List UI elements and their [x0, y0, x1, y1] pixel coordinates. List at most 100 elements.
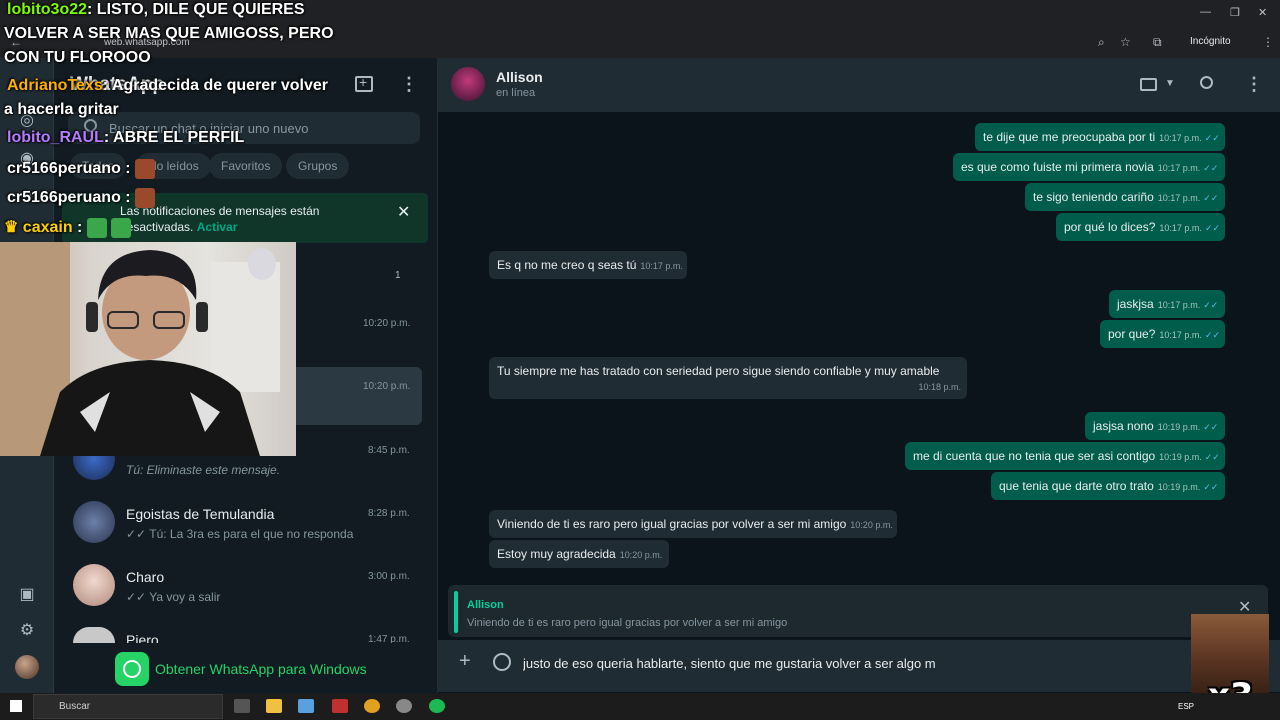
chat-time: 8:28 p.m. [368, 508, 410, 519]
read-check-icon: ✓✓ [126, 590, 150, 604]
emote-icon [135, 188, 156, 208]
get-windows-app-link[interactable]: Obtener WhatsApp para Windows [155, 661, 367, 677]
chat-time: 8:45 p.m. [368, 445, 410, 456]
webcam-overlay [0, 242, 296, 456]
read-check-icon: ✓✓ [1203, 163, 1219, 173]
message-out[interactable]: que tenia que darte otro trato 10:19 p.m.… [991, 472, 1225, 500]
read-check-icon: ✓✓ [1204, 330, 1220, 340]
close-icon[interactable]: ✕ [397, 202, 410, 222]
windows-start-icon[interactable] [10, 700, 22, 712]
reply-quoted-text: Viniendo de ti es raro pero igual gracia… [467, 617, 788, 629]
message-out[interactable]: es que como fuiste mi primera novia 10:17… [953, 153, 1225, 181]
chat-time: 10:20 p.m. [363, 318, 411, 329]
message-in[interactable]: Viniendo de ti es raro pero igual gracia… [489, 510, 897, 538]
new-chat-icon[interactable] [355, 74, 373, 92]
stream-chat-line: CON TU FLOROOO [4, 49, 151, 66]
unread-count: 1 [395, 270, 401, 281]
message-in[interactable]: Estoy muy agradecida 10:20 p.m. [489, 540, 669, 568]
contact-status: en línea [496, 87, 536, 99]
browser-menu-icon[interactable]: ⋮ [1262, 35, 1274, 49]
minimize-icon[interactable]: — [1200, 6, 1211, 18]
attach-plus-icon[interactable]: + [459, 650, 471, 673]
crown-badge-icon: ♛ [4, 219, 23, 236]
obs-icon[interactable] [396, 699, 412, 713]
emote-icon [135, 159, 156, 179]
read-check-icon: ✓✓ [1203, 300, 1219, 310]
settings-gear-icon[interactable]: ⚙ [16, 620, 38, 642]
stream-chat-line: cr5166peruano : [7, 188, 156, 208]
message-out[interactable]: te sigo teniendo cariño 10:17 p.m. ✓✓ [1025, 183, 1225, 211]
chat-name[interactable]: Piero [126, 632, 159, 643]
filter-favorites[interactable]: Favoritos [209, 153, 283, 179]
read-check-icon: ✓✓ [1203, 422, 1219, 432]
search-icon[interactable] [1200, 76, 1213, 89]
message-in[interactable]: Es q no me creo q seas tú 10:17 p.m. [489, 251, 687, 279]
message-input[interactable] [523, 654, 1163, 672]
reply-accent-bar [454, 591, 458, 633]
chrome-icon[interactable] [364, 699, 380, 713]
emoji-icon[interactable] [493, 653, 511, 671]
read-check-icon: ✓✓ [1204, 223, 1221, 233]
message-out[interactable]: jaskjsa 10:17 p.m. ✓✓ [1109, 290, 1225, 318]
stream-chat-line: ♛ caxain : [4, 217, 132, 238]
incognito-badge[interactable]: Incógnito [1190, 36, 1231, 47]
reply-author: Allison [467, 599, 504, 611]
chat-preview: ✓✓ Ya voy a salir [126, 590, 221, 604]
chat-name[interactable]: Charo [126, 569, 164, 585]
bookmark-star-icon[interactable]: ☆ [1120, 35, 1131, 49]
video-call-icon[interactable] [1140, 78, 1157, 91]
activate-notifications-link[interactable]: Activar [197, 220, 238, 234]
chat-time: 1:47 p.m. [368, 634, 410, 643]
restore-icon[interactable]: ❐ [1230, 6, 1240, 19]
chat-time: 3:00 p.m. [368, 571, 410, 582]
read-check-icon: ✓✓ [1204, 133, 1220, 143]
reply-preview[interactable] [448, 585, 1268, 637]
spotify-icon[interactable] [429, 699, 445, 713]
message-in[interactable]: Tu siempre me has tratado con seriedad p… [489, 357, 967, 399]
keyboard-language[interactable]: ESP [1178, 702, 1194, 711]
read-check-icon: ✓✓ [1203, 482, 1219, 492]
taskbar-search-label[interactable]: Buscar [59, 701, 90, 712]
contact-avatar[interactable] [451, 67, 485, 101]
message-out[interactable]: te dije que me preocupaba por ti 10:17 p.… [975, 123, 1225, 151]
close-window-icon[interactable]: ✕ [1258, 6, 1267, 19]
message-out[interactable]: por que? 10:17 p.m. ✓✓ [1100, 320, 1225, 348]
stream-chat-line: lobito3o22: LISTO, DILE QUE QUIERES [7, 1, 305, 18]
message-out[interactable]: jasjsa nono 10:19 p.m. ✓✓ [1085, 412, 1225, 440]
extensions-icon[interactable]: ⧉ [1153, 35, 1162, 50]
media-gallery-icon[interactable]: ▣ [16, 584, 38, 606]
menu-kebab-icon[interactable]: ⋮ [400, 74, 418, 95]
stream-chat-line: VOLVER A SER MAS QUE AMIGOSS, PERO [4, 25, 334, 42]
stream-chat-line: lobito_RAUL: ABRE EL PERFIL [7, 129, 245, 146]
menu-kebab-icon[interactable]: ⋮ [1245, 74, 1263, 95]
app-icon[interactable] [298, 699, 314, 713]
stream-chat-line: a hacerla gritar [4, 101, 119, 118]
notification-text: Las notificaciones de mensajes están des… [120, 204, 320, 234]
zoom-icon[interactable]: ⌕ [1098, 35, 1105, 50]
emote-icon [86, 217, 107, 238]
message-out[interactable]: por qué lo dices? 10:17 p.m. ✓✓ [1056, 213, 1225, 241]
profile-avatar[interactable] [15, 655, 39, 679]
message-out[interactable]: me di cuenta que no tenia que ser asi co… [905, 442, 1225, 470]
chat-time: 10:20 p.m. [363, 381, 411, 392]
webcam-image [0, 242, 280, 456]
whatsapp-logo-icon[interactable] [115, 652, 149, 686]
emote-icon [111, 217, 132, 238]
read-check-icon: ✓✓ [1204, 452, 1220, 462]
read-check-icon: ✓✓ [1203, 193, 1219, 203]
chevron-down-icon[interactable]: ▼ [1165, 78, 1175, 89]
contact-name[interactable]: Allison [496, 69, 543, 85]
app-icon[interactable] [332, 699, 348, 713]
task-view-icon[interactable] [234, 699, 250, 713]
chat-avatar[interactable] [73, 501, 115, 543]
chat-name[interactable]: Egoistas de Temulandia [126, 506, 274, 522]
stream-chat-line: AdrianoTexs: Agradecida de querer volver [7, 77, 328, 94]
chat-preview: Tú: Eliminaste este mensaje. [126, 463, 281, 477]
filter-groups[interactable]: Grupos [286, 153, 350, 179]
file-explorer-icon[interactable] [266, 699, 282, 713]
stream-chat-line: cr5166peruano : [7, 159, 156, 179]
read-check-icon: ✓✓ [126, 527, 150, 541]
chat-avatar[interactable] [73, 627, 115, 643]
chat-avatar[interactable] [73, 564, 115, 606]
chat-preview: ✓✓ Tú: La 3ra es para el que no responda [126, 527, 354, 541]
